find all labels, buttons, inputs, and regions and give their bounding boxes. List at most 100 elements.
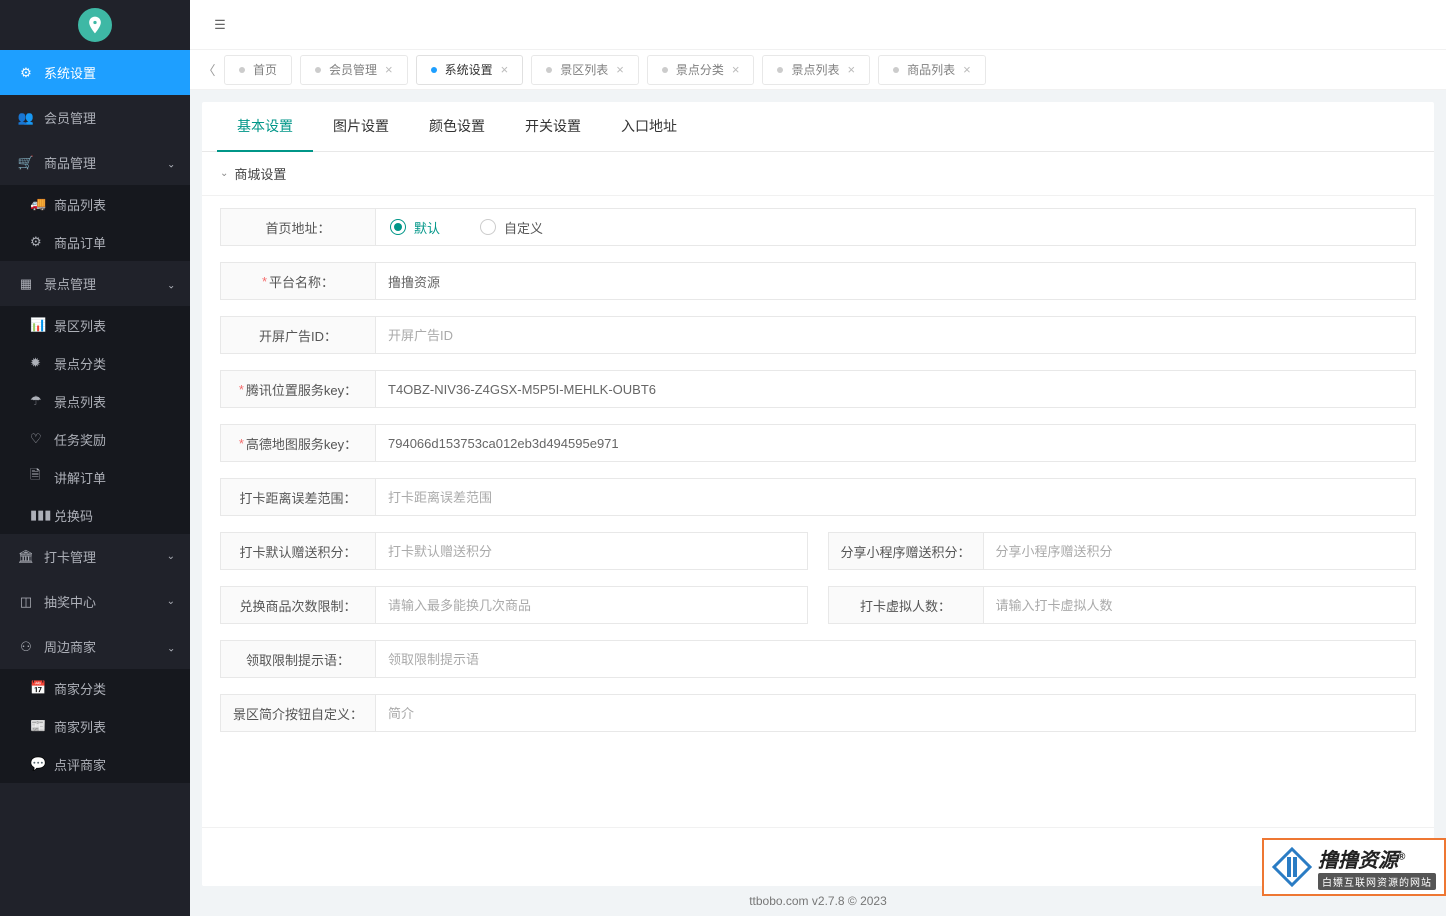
close-icon[interactable]: ×	[616, 62, 624, 77]
input-limit-tip[interactable]	[375, 640, 1416, 678]
nav-nearby-merchant[interactable]: ⚇ 周边商家 ⌃	[0, 624, 190, 669]
umbrella-icon: ☂	[30, 393, 46, 409]
footer: ttbobo.com v2.7.8 © 2023	[202, 886, 1434, 916]
radio-custom[interactable]: 自定义	[480, 218, 543, 237]
close-icon[interactable]: ×	[732, 62, 740, 77]
row-limits: 兑换商品次数限制： 打卡虚拟人数：	[220, 586, 1416, 624]
input-platform[interactable]	[375, 262, 1416, 300]
nav-member-manage[interactable]: 👥 会员管理	[0, 95, 190, 140]
row-intro-btn: 景区简介按钮自定义：	[220, 694, 1416, 732]
chevron-down-icon: ⌃	[167, 641, 175, 652]
tab-label: 系统设置	[445, 61, 493, 78]
nav-label: 景区列表	[54, 316, 106, 335]
menu-toggle-button[interactable]: ☰	[205, 10, 235, 40]
nav-checkin-manage[interactable]: 🏛 打卡管理 ⌄	[0, 534, 190, 579]
nav-label: 商家列表	[54, 717, 106, 736]
input-splash-ad[interactable]	[375, 316, 1416, 354]
grid-icon: ▦	[18, 276, 34, 292]
required-icon: *	[239, 382, 244, 397]
nav-label: 景点列表	[54, 392, 106, 411]
input-virtual-people[interactable]	[983, 586, 1416, 624]
row-tx-key: *腾讯位置服务key：	[220, 370, 1416, 408]
sidebar: ⚙ 系统设置 👥 会员管理 🛒 商品管理 ⌃ 🚚 商品列表 ⚙ 商品订单	[0, 0, 190, 916]
nav-lottery-center[interactable]: ◫ 抽奖中心 ⌄	[0, 579, 190, 624]
inner-tab-entry[interactable]: 入口地址	[601, 102, 697, 152]
radio-default[interactable]: 默认	[390, 218, 440, 237]
nav-label: 抽奖中心	[44, 592, 96, 611]
tab-area-list[interactable]: 景区列表×	[531, 55, 639, 85]
nav-label: 打卡管理	[44, 547, 96, 566]
close-icon[interactable]: ×	[847, 62, 855, 77]
input-distance-err[interactable]	[375, 478, 1416, 516]
cart-icon: 🛒	[18, 155, 34, 171]
tabs-prev-button[interactable]: 〈	[198, 50, 220, 89]
input-exchange-limit[interactable]	[375, 586, 808, 624]
tab-dot-icon	[315, 67, 321, 73]
subnav-area-list[interactable]: 📊景区列表	[0, 306, 190, 344]
nav-product-manage[interactable]: 🛒 商品管理 ⌃	[0, 140, 190, 185]
subnav-task-reward[interactable]: ♡任务奖励	[0, 420, 190, 458]
watermark-subtitle: 白嫖互联网资源的网站	[1318, 873, 1436, 890]
tab-label: 会员管理	[329, 61, 377, 78]
subnav-merchant-list[interactable]: 📰商家列表	[0, 707, 190, 745]
topbar: ☰	[190, 0, 1446, 50]
subnav-merchant-review[interactable]: 💬点评商家	[0, 745, 190, 783]
inner-tab-switch[interactable]: 开关设置	[505, 102, 601, 152]
watermark-logo-icon	[1272, 847, 1312, 887]
tab-member[interactable]: 会员管理 ×	[300, 55, 408, 85]
subnav-product-order[interactable]: ⚙ 商品订单	[0, 223, 190, 261]
tab-home[interactable]: 首页	[224, 55, 292, 85]
label-exchange-limit: 兑换商品次数限制：	[220, 586, 375, 624]
content: 基本设置 图片设置 颜色设置 开关设置 入口地址 ⌄ 商城设置 首页地址： 默认	[190, 90, 1446, 916]
truck-icon: 🚚	[30, 196, 46, 212]
row-platform: *平台名称：	[220, 262, 1416, 300]
menu-toggle-icon: ☰	[214, 17, 226, 33]
form-area: 首页地址： 默认 自定义 *平台名称： 开屏广告ID：	[202, 196, 1434, 827]
tab-spot-list[interactable]: 景点列表×	[762, 55, 870, 85]
inner-tab-basic[interactable]: 基本设置	[217, 102, 313, 152]
subnav-spot-list[interactable]: ☂ 景点列表	[0, 382, 190, 420]
main: ☰ 〈 首页 会员管理 × 系统设置 × 景区列表× 景点分类× 景点列表× 商品列…	[190, 0, 1446, 916]
tab-system-settings[interactable]: 系统设置 ×	[416, 55, 524, 85]
input-intro-btn[interactable]	[375, 694, 1416, 732]
subnav-product-list[interactable]: 🚚 商品列表	[0, 185, 190, 223]
tab-product-list[interactable]: 商品列表×	[878, 55, 986, 85]
inner-tab-image[interactable]: 图片设置	[313, 102, 409, 152]
nav-label: 商品订单	[54, 233, 106, 252]
section-header[interactable]: ⌄ 商城设置	[202, 152, 1434, 196]
close-icon[interactable]: ×	[963, 62, 971, 77]
nav-label: 会员管理	[44, 108, 96, 127]
inner-tab-color[interactable]: 颜色设置	[409, 102, 505, 152]
input-tx-key[interactable]	[375, 370, 1416, 408]
row-splash-ad: 开屏广告ID：	[220, 316, 1416, 354]
label-intro-btn: 景区简介按钮自定义：	[220, 694, 375, 732]
input-gd-key[interactable]	[375, 424, 1416, 462]
row-distance-err: 打卡距离误差范围：	[220, 478, 1416, 516]
close-icon[interactable]: ×	[501, 62, 509, 77]
nav-label: 任务奖励	[54, 430, 106, 449]
nav-label: 周边商家	[44, 637, 96, 656]
row-gd-key: *高德地图服务key：	[220, 424, 1416, 462]
network-icon: ⚇	[18, 639, 34, 655]
radio-circle-icon	[480, 219, 496, 235]
tab-dot-icon	[239, 67, 245, 73]
chevron-down-icon: ⌃	[167, 278, 175, 289]
save-bar: 确认保存	[202, 827, 1434, 886]
nav-system-settings[interactable]: ⚙ 系统设置	[0, 50, 190, 95]
close-icon[interactable]: ×	[385, 62, 393, 77]
barcode-icon: ▮▮▮	[30, 507, 46, 523]
input-share-points[interactable]	[983, 532, 1416, 570]
input-default-points[interactable]	[375, 532, 808, 570]
subnav-redeem-code[interactable]: ▮▮▮兑换码	[0, 496, 190, 534]
bank-icon: 🏛	[18, 549, 34, 565]
tab-spot-category[interactable]: 景点分类×	[647, 55, 755, 85]
cogs-icon: ⚙	[18, 65, 34, 81]
tabs-list: 首页 会员管理 × 系统设置 × 景区列表× 景点分类× 景点列表× 商品列表×	[220, 50, 1438, 89]
label-virtual-people: 打卡虚拟人数：	[828, 586, 983, 624]
subnav-explain-order[interactable]: 🗎讲解订单	[0, 458, 190, 496]
label-tx-key: *腾讯位置服务key：	[220, 370, 375, 408]
nav-spot-manage[interactable]: ▦ 景点管理 ⌃	[0, 261, 190, 306]
subnav-spot-category[interactable]: ✹景点分类	[0, 344, 190, 382]
subnav-merchant-category[interactable]: 📅商家分类	[0, 669, 190, 707]
nav-label: 景点管理	[44, 274, 96, 293]
